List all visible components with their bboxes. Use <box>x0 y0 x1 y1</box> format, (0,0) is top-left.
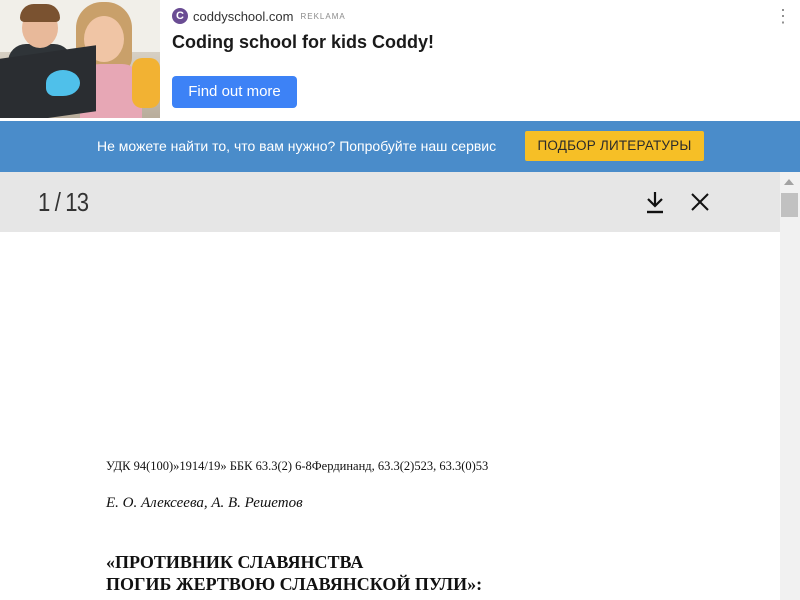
ad-image-kid-boy-hair <box>20 4 60 22</box>
ad-banner[interactable]: C coddyschool.com REKLAMA Coding school … <box>0 0 800 121</box>
document-title-line-2: ПОГИБ ЖЕРТВОЮ СЛАВЯНСКОЙ ПУЛИ»: <box>106 574 483 594</box>
udc-line: УДК 94(100)»1914/19» ББК 63.3(2) 6-8Ферд… <box>106 459 489 473</box>
ad-brand[interactable]: C coddyschool.com REKLAMA <box>172 7 346 25</box>
authors: Е. О. Алексеева, А. В. Решетов <box>106 495 303 511</box>
brand-logo-icon: C <box>172 8 188 24</box>
scrollbar[interactable] <box>780 172 800 600</box>
scrollbar-thumb[interactable] <box>781 193 798 217</box>
ad-title[interactable]: Coding school for kids Coddy! <box>172 32 434 53</box>
download-icon[interactable] <box>644 190 666 214</box>
ad-image[interactable] <box>0 0 160 118</box>
service-prompt-text: Не можете найти то, что вам нужно? Попро… <box>97 138 497 154</box>
ad-image-chair <box>132 58 160 108</box>
ad-label: REKLAMA <box>300 11 346 21</box>
document-page: УДК 94(100)»1914/19» ББК 63.3(2) 6-8Ферд… <box>0 232 780 600</box>
close-icon[interactable] <box>689 191 711 213</box>
ad-domain[interactable]: coddyschool.com <box>193 9 293 24</box>
laptop-logo-icon <box>46 70 80 96</box>
more-options-icon[interactable]: ⋮ <box>774 7 792 25</box>
document-title-line-1: «ПРОТИВНИК СЛАВЯНСТВА <box>106 552 364 572</box>
literature-selection-button[interactable]: ПОДБОР ЛИТЕРАТУРЫ <box>525 131 704 161</box>
scroll-up-arrow-icon[interactable] <box>784 179 794 185</box>
find-out-more-button[interactable]: Find out more <box>172 76 297 108</box>
page-counter: 1 / 13 <box>38 187 89 217</box>
